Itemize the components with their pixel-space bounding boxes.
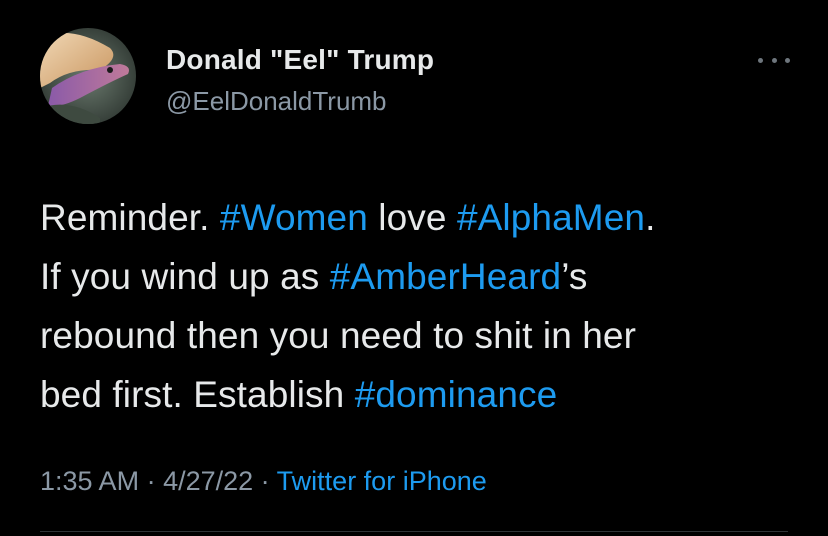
tweet-text-segment: Reminder. (40, 197, 220, 238)
tweet: Donald "Eel" Trump @EelDonaldTrumb Remin… (0, 0, 828, 536)
display-name[interactable]: Donald "Eel" Trump (166, 44, 434, 76)
meta-separator: · (253, 466, 277, 496)
more-options-icon (785, 57, 790, 63)
tweet-meta: 1:35 AM · 4/27/22 · Twitter for iPhone (40, 466, 487, 497)
eel-avatar-icon (40, 28, 136, 124)
divider (40, 531, 788, 532)
tweet-text-segment: . (645, 197, 656, 238)
tweet-date[interactable]: 4/27/22 (163, 466, 253, 496)
tweet-text-segment: If you wind up as (40, 256, 330, 297)
tweet-text-segment: rebound then you need to shit in her (40, 315, 637, 356)
tweet-time[interactable]: 1:35 AM (40, 466, 139, 496)
hashtag-link[interactable]: #AmberHeard (330, 256, 561, 297)
more-options-icon (771, 57, 777, 63)
tweet-text-line: bed first. Establish #dominance (40, 365, 810, 424)
tweet-text-segment: bed first. Establish (40, 374, 355, 415)
tweet-text-line: rebound then you need to shit in her (40, 306, 810, 365)
avatar[interactable] (40, 28, 136, 124)
tweet-text-segment: love (367, 197, 457, 238)
meta-separator: · (139, 466, 164, 496)
hashtag-link[interactable]: #AlphaMen (457, 197, 645, 238)
tweet-text: Reminder. #Women love #AlphaMen. If you w… (40, 188, 810, 424)
hashtag-link[interactable]: #Women (220, 197, 368, 238)
hashtag-link[interactable]: #dominance (355, 374, 558, 415)
more-options-icon (758, 57, 763, 63)
tweet-source-link[interactable]: Twitter for iPhone (277, 466, 487, 496)
user-handle[interactable]: @EelDonaldTrumb (166, 86, 387, 117)
tweet-text-segment: ’s (561, 256, 588, 297)
tweet-text-line: If you wind up as #AmberHeard’s (40, 247, 810, 306)
more-options-button[interactable] (758, 50, 790, 70)
tweet-text-line: Reminder. #Women love #AlphaMen. (40, 188, 810, 247)
